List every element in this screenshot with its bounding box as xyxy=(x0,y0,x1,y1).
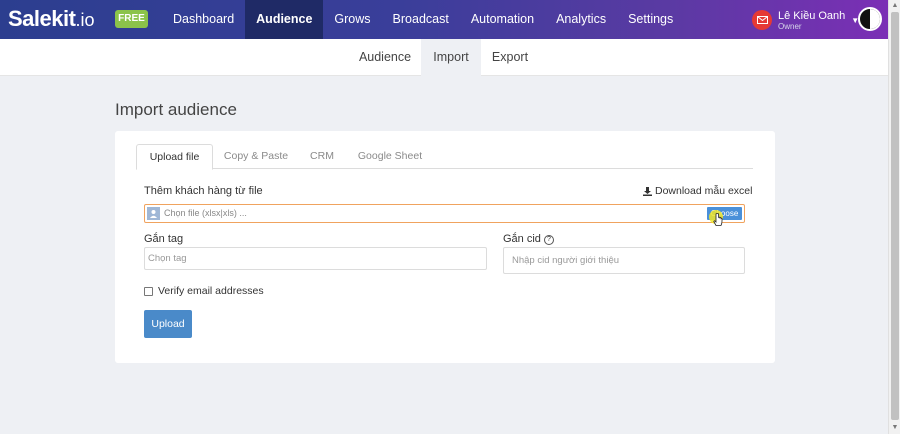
scroll-down-arrow-icon[interactable]: ▼ xyxy=(891,424,899,432)
user-upload-icon xyxy=(147,207,160,220)
download-template-label: Download mẫu excel xyxy=(655,185,753,197)
scroll-thumb[interactable] xyxy=(891,12,899,420)
verify-email-row[interactable]: Verify email addresses xyxy=(144,285,264,297)
download-icon xyxy=(643,186,652,196)
help-icon[interactable]: ? xyxy=(543,235,554,245)
mouse-cursor-icon xyxy=(713,213,723,226)
top-navbar: Salekit .io FREE Dashboard Audience Grows… xyxy=(0,0,888,39)
nav-item-settings[interactable]: Settings xyxy=(617,0,684,39)
plan-badge: FREE xyxy=(115,10,148,28)
file-label: Thêm khách hàng từ file xyxy=(144,185,263,197)
download-template-link[interactable]: Download mẫu excel xyxy=(643,185,752,197)
user-menu[interactable]: Lê Kiều Oanh Owner ▼ xyxy=(752,6,859,34)
avatar[interactable] xyxy=(858,7,882,31)
upload-button[interactable]: Upload xyxy=(144,310,192,338)
nav-item-automation[interactable]: Automation xyxy=(460,0,545,39)
brand-name: Salekit xyxy=(8,6,76,31)
sub-nav: Audience Import Export xyxy=(0,39,888,76)
cid-input[interactable]: Nhập cid người giới thiệu xyxy=(503,247,745,274)
tab-google-sheet[interactable]: Google Sheet xyxy=(354,144,426,169)
subnav-import[interactable]: Import xyxy=(421,39,481,76)
cid-label: Gắn cid xyxy=(503,233,541,245)
salekit-logo[interactable]: Salekit .io xyxy=(8,6,94,32)
import-tabs: Upload file Copy & Paste CRM Google Shee… xyxy=(136,144,753,170)
subnav-export[interactable]: Export xyxy=(482,39,538,76)
tab-upload-file[interactable]: Upload file xyxy=(136,144,213,170)
subnav-audience[interactable]: Audience xyxy=(350,39,420,76)
user-role: Owner xyxy=(778,21,802,31)
nav-item-audience[interactable]: Audience xyxy=(245,0,324,39)
main-nav: Dashboard Audience Grows Broadcast Autom… xyxy=(162,0,684,39)
user-name: Lê Kiều Oanh xyxy=(778,9,846,22)
page-scrollbar[interactable]: ▲ ▼ xyxy=(888,0,900,434)
nav-item-grows[interactable]: Grows xyxy=(323,0,381,39)
nav-item-dashboard[interactable]: Dashboard xyxy=(162,0,245,39)
file-input[interactable]: Chọn file (xlsx|xls) ... Choose xyxy=(144,204,745,223)
tag-label: Gắn tag xyxy=(144,233,184,245)
tag-select[interactable]: Chọn tag xyxy=(144,247,487,270)
tab-crm[interactable]: CRM xyxy=(304,144,340,169)
cid-label-row: Gắn cid? xyxy=(503,233,554,245)
file-placeholder: Chọn file (xlsx|xls) ... xyxy=(164,208,247,218)
import-card: Upload file Copy & Paste CRM Google Shee… xyxy=(115,131,775,363)
page-title: Import audience xyxy=(115,100,237,119)
nav-item-analytics[interactable]: Analytics xyxy=(545,0,617,39)
mail-icon[interactable] xyxy=(752,10,772,30)
verify-email-label: Verify email addresses xyxy=(158,285,264,297)
nav-item-broadcast[interactable]: Broadcast xyxy=(382,0,460,39)
verify-email-checkbox[interactable] xyxy=(144,286,153,296)
brand-tld: .io xyxy=(75,10,95,30)
scroll-up-arrow-icon[interactable]: ▲ xyxy=(891,2,899,10)
tab-copy-paste[interactable]: Copy & Paste xyxy=(218,144,294,169)
